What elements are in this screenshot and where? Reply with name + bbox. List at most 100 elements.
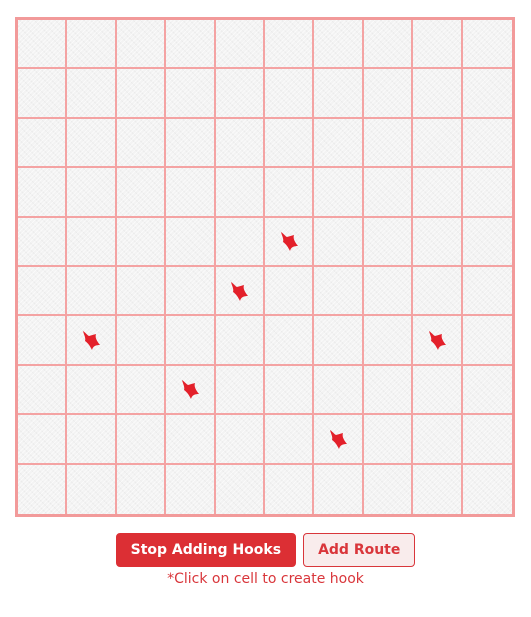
grid-cell[interactable]	[363, 69, 414, 119]
grid-cell[interactable]	[116, 267, 167, 317]
grid-cell[interactable]	[413, 464, 463, 514]
grid-cell[interactable]	[463, 465, 512, 514]
grid-cell[interactable]	[363, 365, 414, 416]
grid-cell[interactable]	[67, 267, 117, 317]
grid-cell[interactable]	[314, 217, 364, 267]
grid-cell[interactable]	[265, 168, 315, 218]
grid-cell[interactable]	[462, 366, 512, 416]
grid-cell[interactable]	[166, 118, 216, 169]
grid-cell[interactable]	[67, 316, 117, 366]
climbing-hold-icon[interactable]	[278, 230, 300, 252]
grid-cell[interactable]	[462, 168, 512, 218]
grid-cell[interactable]	[314, 415, 364, 465]
grid-cell[interactable]	[215, 415, 265, 465]
grid-cell[interactable]	[462, 316, 512, 366]
grid-cell[interactable]	[215, 316, 265, 366]
grid-cell[interactable]	[215, 20, 265, 70]
grid-cell[interactable]	[363, 217, 414, 267]
grid-cell[interactable]	[116, 20, 167, 70]
grid-cell[interactable]	[265, 217, 315, 267]
grid-cell[interactable]	[314, 316, 364, 366]
grid-cell[interactable]	[462, 267, 512, 317]
grid-cell[interactable]	[215, 69, 265, 119]
grid-cell[interactable]	[413, 267, 463, 317]
grid-cell[interactable]	[166, 415, 216, 465]
grid-cell[interactable]	[67, 69, 117, 119]
grid-cell[interactable]	[413, 415, 463, 465]
grid-cell[interactable]	[413, 316, 463, 366]
grid-cell[interactable]	[363, 20, 414, 70]
grid-cell[interactable]	[18, 118, 68, 169]
grid-cell[interactable]	[314, 267, 364, 317]
grid-cell[interactable]	[314, 464, 364, 514]
climbing-hold-icon[interactable]	[80, 329, 102, 351]
grid-cell[interactable]	[116, 217, 167, 267]
grid-cell[interactable]	[265, 415, 315, 465]
grid-cell[interactable]	[18, 365, 68, 416]
grid-cell[interactable]	[215, 118, 265, 169]
stop-adding-hooks-button[interactable]: Stop Adding Hooks	[115, 533, 297, 567]
grid-cell[interactable]	[462, 69, 512, 119]
grid-cell[interactable]	[413, 69, 463, 119]
grid-cell[interactable]	[314, 365, 364, 416]
grid-cell[interactable]	[413, 20, 463, 70]
grid-cell[interactable]	[215, 168, 265, 218]
grid-cell[interactable]	[116, 415, 167, 465]
grid-cell[interactable]	[67, 464, 117, 514]
climbing-hold-icon[interactable]	[179, 378, 201, 400]
grid-cell[interactable]	[363, 168, 414, 218]
grid-cell[interactable]	[462, 415, 512, 465]
add-route-button[interactable]: Add Route	[303, 533, 416, 567]
grid-cell[interactable]	[413, 365, 463, 416]
grid-cell[interactable]	[166, 316, 216, 366]
grid-cell[interactable]	[314, 69, 364, 119]
grid-cell[interactable]	[166, 267, 216, 317]
grid-cell[interactable]	[265, 20, 315, 70]
grid-cell[interactable]	[413, 118, 463, 169]
grid-cell[interactable]	[166, 20, 216, 70]
grid-cell[interactable]	[363, 316, 414, 366]
grid-cell[interactable]	[265, 464, 315, 514]
climbing-hold-icon[interactable]	[228, 280, 250, 302]
grid-cell[interactable]	[413, 217, 463, 267]
grid-cell[interactable]	[215, 267, 265, 317]
grid-cell[interactable]	[18, 267, 68, 317]
grid-cell[interactable]	[215, 365, 265, 416]
grid-cell[interactable]	[166, 168, 216, 218]
grid-cell[interactable]	[18, 217, 68, 267]
grid-cell[interactable]	[363, 118, 414, 169]
grid-cell[interactable]	[67, 217, 117, 267]
grid-cell[interactable]	[18, 20, 68, 70]
grid-cell[interactable]	[166, 365, 216, 416]
grid-cell[interactable]	[18, 316, 68, 366]
grid-cell[interactable]	[314, 168, 364, 218]
grid-cell[interactable]	[116, 365, 167, 416]
grid-cell[interactable]	[265, 267, 315, 317]
grid-cell[interactable]	[363, 415, 414, 465]
grid-cell[interactable]	[18, 69, 68, 119]
grid-cell[interactable]	[265, 365, 315, 416]
climbing-hold-icon[interactable]	[327, 428, 349, 450]
climbing-hold-icon[interactable]	[426, 329, 448, 351]
grid-cell[interactable]	[116, 168, 167, 218]
grid-cell[interactable]	[216, 464, 265, 514]
grid-cell[interactable]	[265, 316, 315, 366]
grid-cell[interactable]	[18, 415, 68, 465]
grid-cell[interactable]	[265, 69, 315, 119]
grid-cell[interactable]	[364, 464, 414, 514]
grid-cell[interactable]	[166, 217, 216, 267]
grid-cell[interactable]	[18, 464, 68, 514]
grid-cell[interactable]	[116, 316, 167, 366]
grid-cell[interactable]	[413, 168, 463, 218]
grid-cell[interactable]	[116, 69, 167, 119]
grid-cell[interactable]	[18, 168, 68, 218]
grid-cell[interactable]	[166, 464, 216, 514]
grid-cell[interactable]	[67, 20, 117, 70]
grid-cell[interactable]	[166, 69, 216, 119]
grid-cell[interactable]	[215, 217, 265, 267]
grid-cell[interactable]	[67, 118, 117, 169]
grid-cell[interactable]	[314, 118, 364, 169]
grid-cell[interactable]	[462, 119, 512, 169]
grid-cell[interactable]	[462, 218, 512, 267]
grid-cell[interactable]	[67, 168, 117, 218]
